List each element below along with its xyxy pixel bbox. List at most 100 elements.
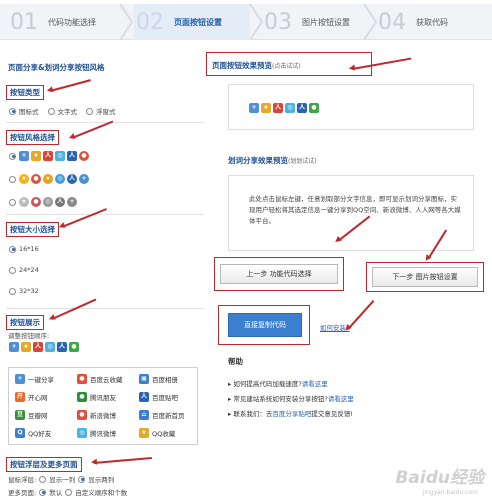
- qzone-icon: ★: [31, 151, 41, 161]
- radio-custom[interactable]: [65, 488, 73, 496]
- radio-style-2[interactable]: [9, 175, 16, 183]
- list-item[interactable]: ⌂ 百度新首页: [139, 410, 185, 420]
- list-item[interactable]: ● 腾讯朋友: [77, 392, 116, 402]
- help-link[interactable]: 请看这里: [302, 380, 328, 388]
- weibo-icon: ◎: [43, 197, 53, 207]
- renren-icon: 人: [43, 151, 53, 161]
- steps-bar: 01 代码功能选择 02 页面按钮设置 03 图片按钮设置 04 获取代码: [0, 4, 492, 40]
- word-share-preview[interactable]: 此处点击鼠标左键，任意划取部分文字信息，即可显示划词分享图标，实现用户轻松将其选…: [228, 175, 474, 251]
- radio-text-type[interactable]: [47, 107, 55, 115]
- list-item[interactable]: 开开心网: [15, 392, 48, 402]
- copy-code-button[interactable]: 直接复制代码: [228, 313, 302, 337]
- share-icon[interactable]: +: [249, 103, 259, 113]
- preview-title: 页面按钮效果预览(点击试试): [212, 60, 301, 71]
- tieba-icon[interactable]: 人: [57, 342, 67, 352]
- step-4[interactable]: 04 获取代码: [376, 4, 486, 40]
- style-1-icons: + ★ 人 ◎ 人 ●: [19, 151, 89, 161]
- friends-icon: ●: [77, 392, 87, 402]
- step-2-number: 02: [136, 9, 164, 35]
- word-share-text: 此处点击鼠标左键，任意划取部分文字信息，即可显示划词分享图标，实现用户轻松将其选…: [249, 195, 461, 225]
- weibo-icon[interactable]: ◎: [285, 103, 295, 113]
- wechat-icon[interactable]: ●: [309, 103, 319, 113]
- step-3-number: 03: [264, 9, 292, 35]
- next-step-button[interactable]: 下一步 图片按钮设置: [372, 267, 478, 287]
- button-style-heading: 按钮风格选择: [6, 130, 59, 145]
- service-label: 腾讯朋友: [90, 394, 116, 402]
- radio-icon-type[interactable]: [9, 107, 16, 115]
- list-item[interactable]: ● 新浪微博: [77, 410, 116, 420]
- service-list[interactable]: + 一键分享 ● 百度云收藏 ▣ 百度相册 开开心网 ● 腾讯朋友 人百度贴吧 豆豆瓣网…: [8, 367, 198, 445]
- prev-step-button[interactable]: 上一步 功能代码选择: [220, 264, 338, 284]
- float-option: 显示两列: [88, 476, 115, 484]
- step-3[interactable]: 03 图片按钮设置: [262, 4, 364, 40]
- renren-icon[interactable]: 人: [33, 342, 43, 352]
- button-type-option: 浮窗式: [96, 108, 116, 116]
- button-display-heading: 按钮展示: [6, 315, 44, 330]
- size-label: 16*16: [19, 245, 39, 253]
- help-link[interactable]: 百度分享贴吧: [272, 410, 311, 418]
- renren-icon[interactable]: 人: [273, 103, 283, 113]
- step-4-number: 04: [378, 9, 406, 35]
- step-1[interactable]: 01 代码功能选择: [8, 4, 120, 40]
- weibo-icon: ◎: [55, 151, 65, 161]
- style-row-3[interactable]: ★ ● ◎ 人 +: [9, 197, 77, 207]
- radio-float-type[interactable]: [86, 107, 93, 115]
- style-3-icons: ★ ● ◎ 人 +: [19, 197, 77, 207]
- share-icon: +: [79, 174, 89, 184]
- help-text: 联系我们：去: [233, 410, 273, 418]
- word-title-text: 划词分享效果预览: [228, 156, 288, 165]
- list-item[interactable]: Q QQ好友: [15, 428, 51, 438]
- help-link[interactable]: 请看这里: [328, 395, 354, 403]
- list-item[interactable]: + 一键分享: [15, 374, 54, 384]
- radio-one-column[interactable]: [39, 475, 47, 483]
- order-icons[interactable]: + ★ 人 ◎ 人 ●: [9, 342, 79, 352]
- qzone-icon[interactable]: ★: [21, 342, 31, 352]
- radio-default[interactable]: [39, 488, 47, 496]
- chevron-right-icon: [120, 4, 134, 40]
- divider: [6, 214, 204, 215]
- style-row-2[interactable]: ★ ● ★ ◎ 人 +: [9, 174, 89, 184]
- tieba-icon[interactable]: 人: [297, 103, 307, 113]
- kaixin-icon: 开: [15, 392, 25, 402]
- qzone-icon[interactable]: ★: [261, 103, 271, 113]
- list-item[interactable]: 豆豆瓣网: [15, 410, 48, 420]
- service-label: 百度新首页: [152, 412, 185, 420]
- wechat-icon[interactable]: ●: [69, 342, 79, 352]
- service-label: 一键分享: [28, 376, 54, 384]
- service-label: 百度云收藏: [90, 376, 123, 384]
- float-heading: 按钮浮层及更多页面: [6, 457, 82, 472]
- service-label: 开心网: [28, 394, 48, 402]
- service-label: 百度相册: [152, 376, 178, 384]
- album-icon: ▣: [139, 374, 149, 384]
- style-2-icons: ★ ● ★ ◎ 人 +: [19, 174, 89, 184]
- size-option-1[interactable]: 16*16: [9, 245, 39, 253]
- sina-icon: ●: [31, 197, 41, 207]
- service-label: 豆瓣网: [28, 412, 48, 420]
- word-share-title: 划词分享效果预览(划划试试): [228, 155, 317, 166]
- size-option-3[interactable]: 32*32: [9, 287, 39, 295]
- order-label: 调整按钮顺序:: [8, 332, 50, 340]
- radio-size-32[interactable]: [9, 287, 16, 295]
- step-2[interactable]: 02 页面按钮设置: [134, 4, 250, 40]
- share-icon[interactable]: +: [9, 342, 19, 352]
- list-item[interactable]: ▣ 百度相册: [139, 374, 178, 384]
- list-item[interactable]: ● 百度云收藏: [77, 374, 123, 384]
- more-option: 默认: [49, 489, 63, 497]
- style-row-1[interactable]: + ★ 人 ◎ 人 ●: [9, 151, 89, 161]
- preview-icons[interactable]: + ★ 人 ◎ 人 ●: [249, 103, 319, 113]
- radio-style-3[interactable]: [9, 198, 16, 206]
- list-item[interactable]: ★ QQ收藏: [139, 428, 175, 438]
- service-label: 百度贴吧: [152, 394, 178, 402]
- weibo-icon[interactable]: ◎: [45, 342, 55, 352]
- qq-icon: Q: [15, 428, 25, 438]
- radio-size-16[interactable]: [9, 245, 16, 253]
- radio-size-24[interactable]: [9, 266, 16, 274]
- radio-two-columns[interactable]: [78, 475, 86, 483]
- more-options: 更多页面: 默认 自定义顺序和个数: [8, 487, 127, 497]
- radio-style-1[interactable]: [9, 152, 16, 160]
- button-type-options: 图标式 文字式 浮窗式: [9, 106, 116, 116]
- tencent-weibo-icon: ◎: [77, 428, 87, 438]
- size-option-2[interactable]: 24*24: [9, 266, 39, 274]
- list-item[interactable]: 人百度贴吧: [139, 392, 178, 402]
- list-item[interactable]: ◎ 腾讯微博: [77, 428, 116, 438]
